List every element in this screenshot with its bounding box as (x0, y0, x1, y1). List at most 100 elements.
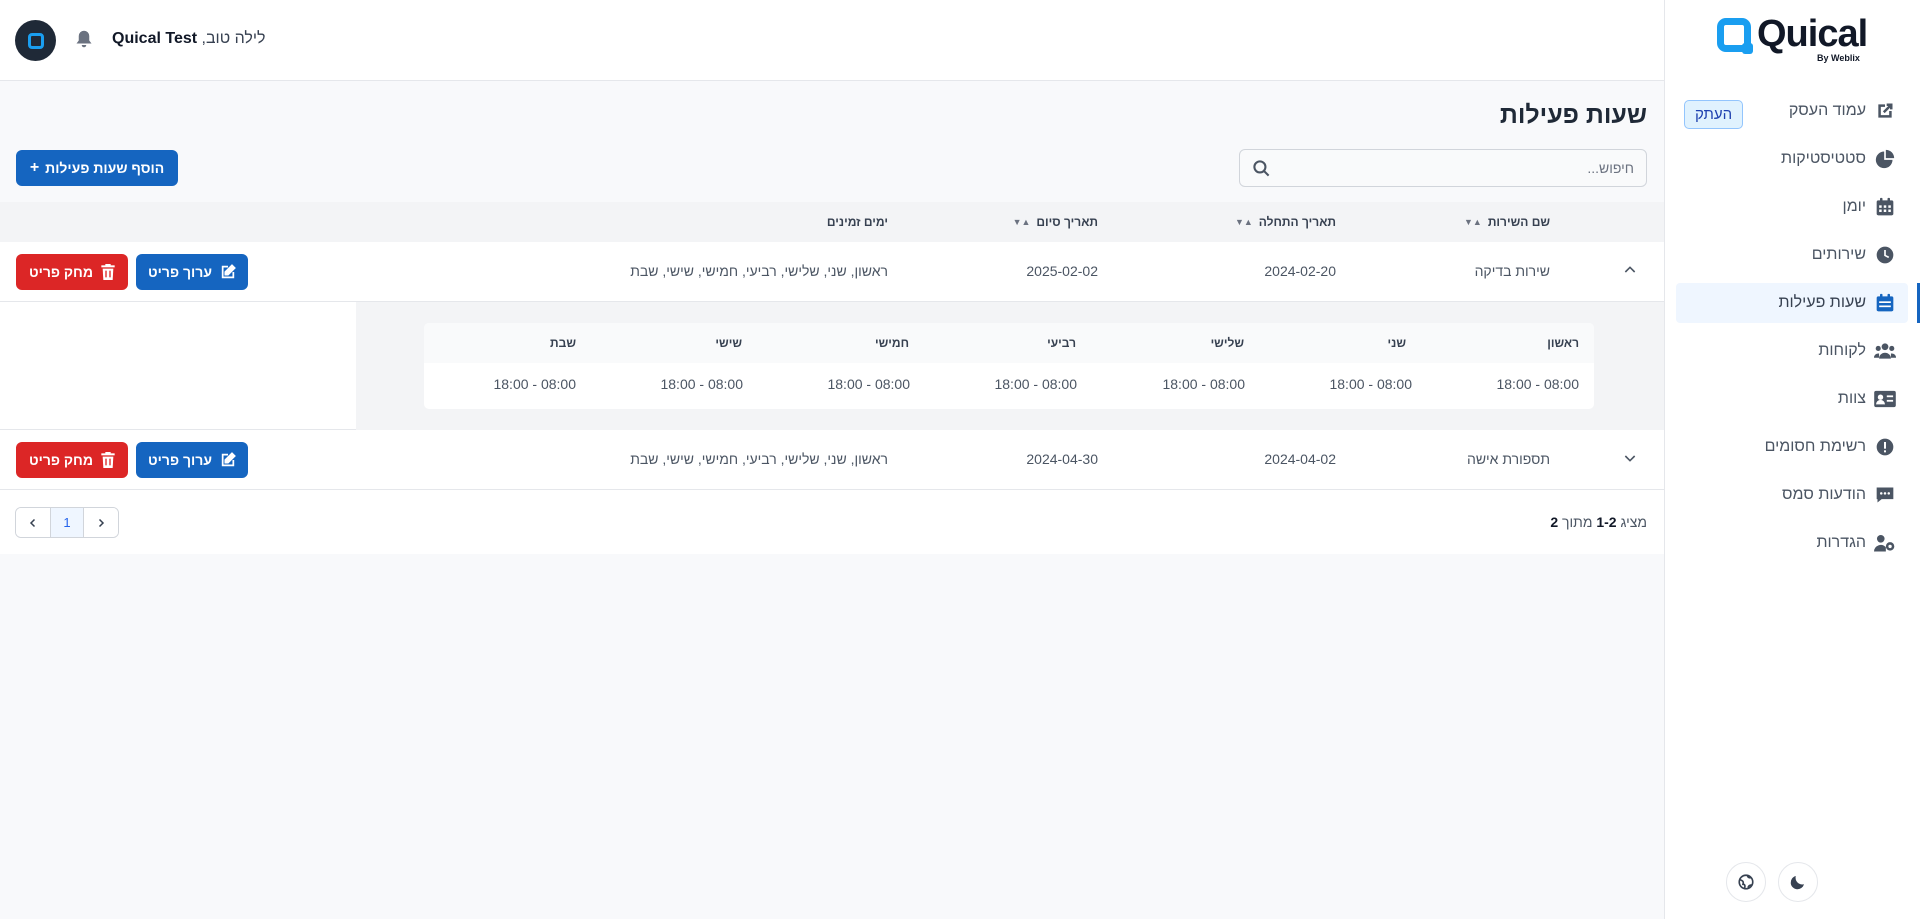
sidebar-nav: עמוד העסק העתק סטטיסטיקות יומן שירותים ש… (1676, 91, 1920, 571)
sidebar-item-business-page[interactable]: עמוד העסק העתק (1676, 91, 1908, 131)
chevron-left-icon (29, 518, 36, 527)
clock-icon (1874, 244, 1896, 266)
column-header-start-date[interactable]: תאריך התחלה ▲▼ (1235, 215, 1336, 229)
sidebar-item-label: שירותים (1811, 246, 1866, 263)
day-header: שבת (550, 336, 576, 350)
sidebar: Quical By Weblix עמוד העסק העתק סטטיסטיק… (1664, 0, 1920, 919)
sidebar-item-customers[interactable]: לקוחות (1676, 331, 1908, 371)
language-button[interactable] (1726, 862, 1766, 902)
sidebar-item-blocked-list[interactable]: רשימת חסומים (1676, 427, 1908, 467)
sidebar-item-label: סטטיסטיקות (1781, 150, 1866, 167)
user-cog-icon (1874, 532, 1896, 554)
message-icon (1874, 484, 1896, 506)
id-card-icon (1874, 388, 1896, 410)
sidebar-item-calendar[interactable]: יומן (1676, 187, 1908, 227)
add-activity-hours-button[interactable]: הוסף שעות פעילות + (16, 150, 178, 186)
quical-logo[interactable]: Quical By Weblix (1717, 13, 1868, 64)
day-hours: 18:00 - 08:00 (994, 376, 1077, 392)
globe-icon (1738, 874, 1754, 890)
count-total: 2 (1550, 514, 1559, 530)
dark-mode-button[interactable] (1778, 862, 1818, 902)
column-header-end-date[interactable]: תאריך סיום ▲▼ (1013, 215, 1098, 229)
day-header: חמישי (874, 336, 909, 350)
cell-available-days: ראשון, שני, שלישי, רביעי, חמישי, שישי, ש… (630, 451, 888, 467)
count-of: מתוך (1562, 514, 1593, 530)
cell-start-date: 2024-04-02 (1264, 451, 1336, 467)
page-title: שעות פעילות (1499, 101, 1647, 129)
sidebar-item-label: רשימת חסומים (1764, 438, 1866, 455)
trash-icon (101, 452, 115, 468)
sidebar-item-services[interactable]: שירותים (1676, 235, 1908, 275)
sidebar-item-label: הגדרות (1816, 534, 1866, 551)
day-hours: 18:00 - 08:00 (1329, 376, 1412, 392)
column-header-service[interactable]: שם השירות ▲▼ (1464, 215, 1550, 229)
greeting: לילה טוב, Quical Test (112, 30, 266, 48)
chevron-up-icon[interactable] (1622, 262, 1638, 281)
sidebar-item-activity-hours[interactable]: שעות פעילות (1676, 283, 1920, 323)
table-row: שירות בדיקה 2024-02-20 2025-02-02 ראשון,… (0, 242, 1664, 302)
avatar[interactable] (15, 20, 56, 61)
greeting-text: לילה טוב, (201, 30, 266, 47)
bell-icon[interactable] (75, 29, 93, 52)
sidebar-footer (1726, 862, 1818, 902)
cell-service: שירות בדיקה (1474, 263, 1550, 279)
edit-icon (221, 452, 236, 467)
sort-icon: ▲▼ (1012, 217, 1031, 227)
weekly-hours-header: ראשון שני שלישי רביעי חמישי שישי שבת (424, 323, 1594, 363)
count-range: 1-2 (1596, 514, 1617, 530)
cell-start-date: 2024-02-20 (1264, 263, 1336, 279)
sidebar-item-label: לקוחות (1818, 342, 1866, 359)
chevron-down-icon[interactable] (1622, 450, 1638, 469)
table-row: תספורת אישה 2024-04-02 2024-04-30 ראשון,… (0, 430, 1664, 490)
cell-service: תספורת אישה (1466, 451, 1550, 467)
sidebar-item-statistics[interactable]: סטטיסטיקות (1676, 139, 1908, 179)
day-hours: 18:00 - 08:00 (1496, 376, 1579, 392)
delete-button-label: מחק פריט (28, 264, 94, 280)
day-hours: 18:00 - 08:00 (493, 376, 576, 392)
prev-page-button[interactable] (16, 508, 50, 537)
column-header-available-days: ימים זמינים (827, 215, 888, 229)
pagination: 1 (15, 507, 119, 538)
calendar-grid-icon (1874, 196, 1896, 218)
cell-end-date: 2024-04-30 (1026, 451, 1098, 467)
results-count: מציג 1-2 מתוך 2 (1550, 514, 1647, 530)
day-hours: 18:00 - 08:00 (1162, 376, 1245, 392)
next-page-button[interactable] (84, 508, 118, 537)
day-header: רביעי (1047, 336, 1076, 350)
logo-mark-icon (1717, 18, 1753, 54)
search-input[interactable] (1284, 160, 1634, 176)
day-hours: 18:00 - 08:00 (660, 376, 743, 392)
weekly-hours-row: 18:00 - 08:00 18:00 - 08:00 18:00 - 08:0… (424, 363, 1594, 409)
delete-item-button[interactable]: מחק פריט (16, 442, 128, 478)
pie-chart-icon (1874, 148, 1896, 170)
day-hours: 18:00 - 08:00 (827, 376, 910, 392)
edit-button-label: ערוך פריט (148, 452, 212, 468)
logo-subtext: By Weblix (1817, 53, 1860, 63)
edit-item-button[interactable]: ערוך פריט (136, 442, 248, 478)
delete-item-button[interactable]: מחק פריט (16, 254, 128, 290)
sort-icon: ▲▼ (1234, 217, 1253, 227)
users-icon (1874, 340, 1896, 362)
sidebar-item-label: הודעות סמס (1782, 486, 1866, 503)
day-header: שני (1387, 336, 1406, 350)
column-header-label: שם השירות (1487, 215, 1550, 229)
sidebar-item-label: צוות (1837, 390, 1866, 407)
search-icon (1253, 160, 1270, 177)
sidebar-item-team[interactable]: צוות (1676, 379, 1908, 419)
weekly-hours-table: ראשון שני שלישי רביעי חמישי שישי שבת 18:… (424, 323, 1594, 409)
cell-available-days: ראשון, שני, שלישי, רביעי, חמישי, שישי, ש… (630, 263, 888, 279)
add-button-label: הוסף שעות פעילות (45, 160, 165, 176)
sidebar-item-label: שעות פעילות (1778, 294, 1866, 311)
user-name: Quical Test (112, 30, 198, 47)
top-header: לילה טוב, Quical Test (0, 0, 1664, 81)
count-prefix: מציג (1620, 514, 1647, 530)
sidebar-item-settings[interactable]: הגדרות (1676, 523, 1908, 563)
page-button[interactable]: 1 (50, 508, 84, 537)
column-header-label: תאריך סיום (1036, 215, 1098, 229)
chevron-right-icon (98, 518, 105, 527)
column-header-label: תאריך התחלה (1258, 215, 1336, 229)
day-header: שלישי (1210, 336, 1244, 350)
sidebar-item-sms-messages[interactable]: הודעות סמס (1676, 475, 1908, 515)
copy-button[interactable]: העתק (1684, 100, 1744, 129)
edit-item-button[interactable]: ערוך פריט (136, 254, 248, 290)
